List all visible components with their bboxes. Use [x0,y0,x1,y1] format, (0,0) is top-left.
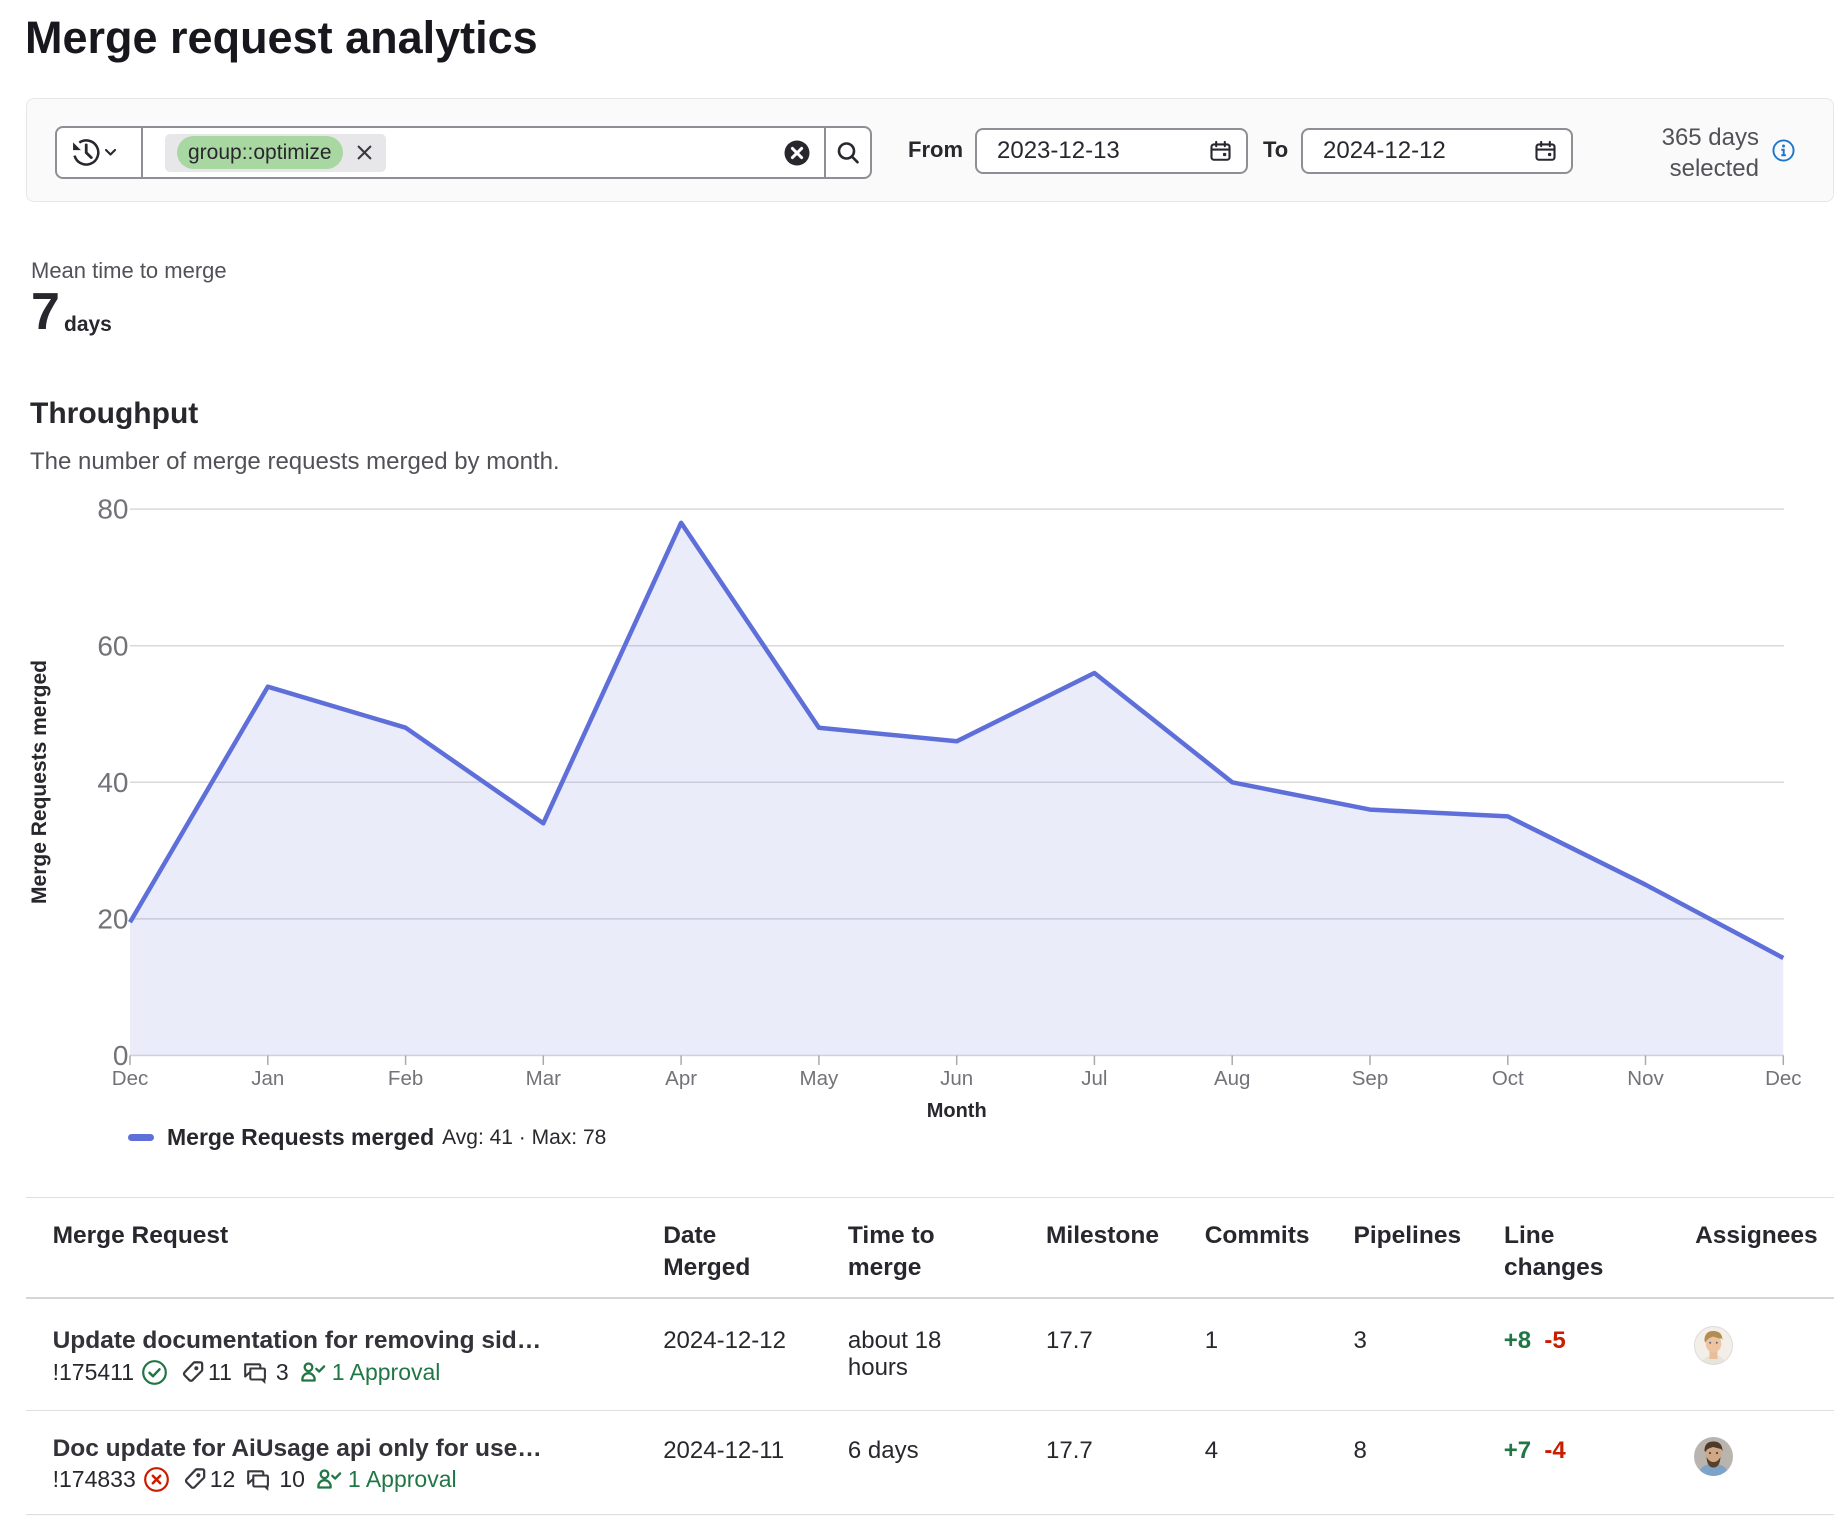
svg-text:Jul: Jul [1081,1067,1107,1090]
svg-text:60: 60 [97,630,128,661]
svg-text:Jun: Jun [940,1067,973,1090]
svg-text:Jan: Jan [251,1067,284,1090]
svg-text:20: 20 [97,904,128,935]
svg-text:Dec: Dec [1765,1067,1801,1090]
svg-text:Dec: Dec [112,1067,148,1090]
svg-text:Feb: Feb [388,1067,423,1090]
svg-text:Mar: Mar [526,1067,561,1090]
svg-text:Month: Month [927,1100,987,1122]
svg-text:May: May [800,1067,839,1090]
svg-text:Nov: Nov [1627,1067,1664,1090]
svg-text:Oct: Oct [1492,1067,1524,1090]
svg-text:80: 80 [97,494,128,525]
svg-text:Apr: Apr [665,1067,697,1090]
svg-text:Sep: Sep [1352,1067,1388,1090]
svg-text:40: 40 [97,767,128,798]
svg-text:Aug: Aug [1214,1067,1250,1090]
svg-text:Merge Requests merged: Merge Requests merged [28,660,51,904]
